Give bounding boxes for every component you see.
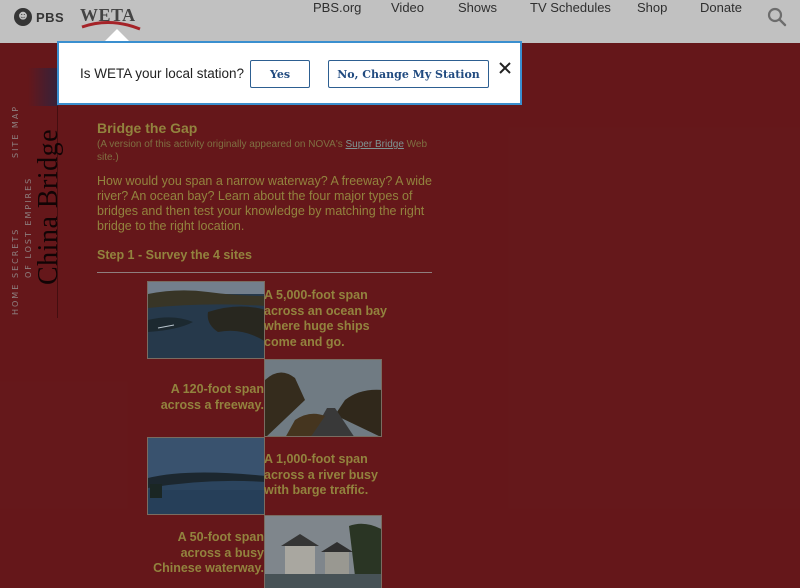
ocean-bay-image bbox=[147, 281, 265, 359]
source-note: (A version of this activity originally a… bbox=[97, 138, 437, 164]
intro-paragraph: How would you span a narrow waterway? A … bbox=[97, 174, 432, 233]
freeway-image bbox=[264, 359, 382, 437]
china-bridge-title: China Bridge bbox=[33, 128, 64, 285]
close-icon[interactable] bbox=[497, 60, 513, 76]
local-station-popup: Is WETA your local station? Yes No, Chan… bbox=[57, 41, 522, 105]
river-caption: A 1,000-foot span across a river busy wi… bbox=[264, 452, 378, 497]
divider bbox=[97, 272, 432, 273]
super-bridge-link[interactable]: Super Bridge bbox=[346, 139, 404, 150]
waterway-image bbox=[264, 515, 382, 588]
lost-empires-label: OF LOST EMPIRES bbox=[24, 176, 33, 278]
yes-button[interactable]: Yes bbox=[250, 60, 310, 88]
ocean-bay-caption: A 5,000-foot span across an ocean bay wh… bbox=[264, 288, 387, 349]
waterway-caption: A 50-foot span across a busy Chinese wat… bbox=[153, 530, 264, 575]
nav-video[interactable]: Video bbox=[391, 0, 424, 33]
pbs-logo[interactable]: ☻ PBS bbox=[14, 8, 64, 26]
secrets-label: SECRETS bbox=[11, 227, 20, 278]
home-link[interactable]: HOME bbox=[11, 283, 20, 315]
change-station-button[interactable]: No, Change My Station bbox=[328, 60, 489, 88]
nav-gradient bbox=[28, 68, 58, 106]
step-heading: Step 1 - Survey the 4 sites bbox=[97, 248, 252, 262]
popup-question: Is WETA your local station? bbox=[80, 66, 245, 81]
nav-pbs-org[interactable]: PBS.org bbox=[313, 0, 361, 33]
nav-tv-schedules[interactable]: TV Schedules bbox=[530, 0, 611, 33]
main-content: Bridge the Gap (A version of this activi… bbox=[97, 120, 437, 262]
freeway-caption: A 120-foot span across a freeway. bbox=[160, 382, 264, 412]
site-map-link[interactable]: SITE MAP bbox=[11, 105, 20, 158]
nav-shows[interactable]: Shows bbox=[458, 0, 497, 33]
search-icon[interactable] bbox=[767, 7, 787, 27]
pbs-logo-text: PBS bbox=[36, 9, 65, 25]
pbs-logo-icon: ☻ bbox=[14, 8, 32, 26]
nav-donate[interactable]: Donate bbox=[700, 0, 742, 33]
weta-logo-text: WETA bbox=[80, 5, 136, 25]
nav-shop[interactable]: Shop bbox=[637, 0, 667, 33]
source-note-prefix: (A version of this activity originally a… bbox=[97, 139, 346, 150]
river-image bbox=[147, 437, 265, 515]
page-title: Bridge the Gap bbox=[97, 120, 198, 136]
